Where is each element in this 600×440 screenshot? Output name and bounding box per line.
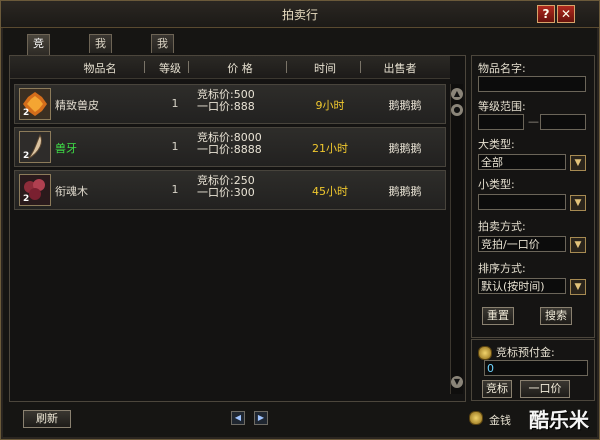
next-page-icon[interactable]: ▶ [254,411,268,425]
auction-window: 拍卖行 ? ✕ 竞拍物品 我的竞标 我的拍卖 物品名 等级 价 格 时间 出售者 [0,0,600,440]
fang-icon[interactable]: 2 [19,131,51,163]
item-seller: 鹅鹅鹅 [388,99,422,112]
level-range-label: 等级范围: [478,100,526,113]
prepay-label: 竞标预付金: [496,346,555,359]
leather-icon[interactable]: 2 [19,88,51,120]
list-scrollbar[interactable]: ▲ ● ▼ [450,84,463,394]
item-price: 竞标价:8000 一口价:8888 [197,132,262,156]
major-type-select[interactable]: 全部 [478,154,566,170]
item-count: 2 [23,108,30,118]
item-name: 精致兽皮 [55,99,99,112]
list-header: 物品名 等级 价 格 时间 出售者 [10,56,450,79]
auction-mode-select[interactable]: 竞拍/一口价 [478,236,566,252]
item-list-panel: 物品名 等级 价 格 时间 出售者 2 精致兽皮 1 竞标价:500 一口价:8… [9,55,466,402]
gold-label: 金钱 [489,414,511,427]
buyout-price: 一口价:300 [197,186,255,199]
filter-panel: 物品名字: 等级范围: — 大类型: 全部 ▼ 小类型: ▼ 拍卖方式: 竞拍/… [471,55,595,338]
item-count: 2 [23,151,30,161]
header-divider [360,61,361,73]
tab-my-auctions[interactable]: 我的拍卖 [151,34,174,104]
sort-label: 排序方式: [478,262,526,275]
item-price: 竞标价:250 一口价:300 [197,175,255,199]
tab-auction-items[interactable]: 竞拍物品 [27,34,50,104]
buyout-price: 一口价:888 [197,100,255,113]
item-row[interactable]: 2 兽牙 1 竞标价:8000 一口价:8888 21小时 鹅鹅鹅 [14,127,446,167]
item-level: 1 [171,140,179,153]
help-button[interactable]: ? [537,5,555,23]
gold-coin-icon [469,411,483,425]
minor-type-label: 小类型: [478,178,515,191]
scroll-up-button[interactable]: ▲ [451,88,463,100]
item-row[interactable]: 2 衔魂木 1 竞标价:250 一口价:300 45小时 鹅鹅鹅 [14,170,446,210]
chevron-down-icon[interactable]: ▼ [570,155,586,171]
item-name-input[interactable] [478,76,586,92]
reset-button[interactable]: 重置 [482,307,514,325]
title-bar[interactable]: 拍卖行 ? ✕ [1,1,599,28]
item-seller: 鹅鹅鹅 [388,185,422,198]
scroll-down-button[interactable]: ▼ [451,376,463,388]
buyout-button[interactable]: 一口价 [520,380,570,398]
item-seller: 鹅鹅鹅 [388,142,422,155]
header-seller: 出售者 [383,62,417,75]
watermark: 酷乐米 [529,408,589,432]
item-row[interactable]: 2 精致兽皮 1 竞标价:500 一口价:888 9小时 鹅鹅鹅 [14,84,446,124]
item-level: 1 [171,183,179,196]
chevron-down-icon[interactable]: ▼ [570,237,586,253]
major-type-label: 大类型: [478,138,515,151]
chevron-down-icon[interactable]: ▼ [570,195,586,211]
item-name: 衔魂木 [55,185,88,198]
bid-panel: 竞标预付金: 0 竞标 一口价 [471,339,595,401]
header-divider [286,61,287,73]
coin-icon [478,346,492,360]
item-time: 9小时 [315,99,345,112]
level-max-input[interactable] [540,114,586,130]
prepay-input[interactable]: 0 [484,360,588,376]
prev-page-icon[interactable]: ◀ [231,411,245,425]
bid-button[interactable]: 竞标 [482,380,512,398]
item-count: 2 [23,194,30,204]
close-button[interactable]: ✕ [557,5,575,23]
scroll-thumb[interactable]: ● [451,104,463,116]
header-name: 物品名 [83,62,117,75]
sort-select[interactable]: 默认(按时间) [478,278,566,294]
minor-type-select[interactable] [478,194,566,210]
header-divider [144,61,145,73]
item-time: 21小时 [312,142,348,155]
header-time: 时间 [314,62,336,75]
item-time: 45小时 [312,185,348,198]
level-range-dash: — [528,115,539,128]
window-title: 拍卖行 [281,8,318,22]
auction-mode-label: 拍卖方式: [478,220,526,233]
chevron-down-icon[interactable]: ▼ [570,279,586,295]
header-level: 等级 [159,62,181,75]
bottom-bar: 刷新 ◀ ▶ 金钱 [9,408,595,434]
buyout-price: 一口价:8888 [197,143,262,156]
item-name-label: 物品名字: [478,62,526,75]
item-price: 竞标价:500 一口价:888 [197,89,255,113]
soul-wood-icon[interactable]: 2 [19,174,51,206]
header-divider [188,61,189,73]
search-button[interactable]: 搜索 [540,307,572,325]
tab-my-bids[interactable]: 我的竞标 [89,34,112,104]
header-price: 价 格 [227,62,253,75]
item-name: 兽牙 [55,142,77,155]
level-min-input[interactable] [478,114,524,130]
item-level: 1 [171,97,179,110]
refresh-button[interactable]: 刷新 [23,410,71,428]
